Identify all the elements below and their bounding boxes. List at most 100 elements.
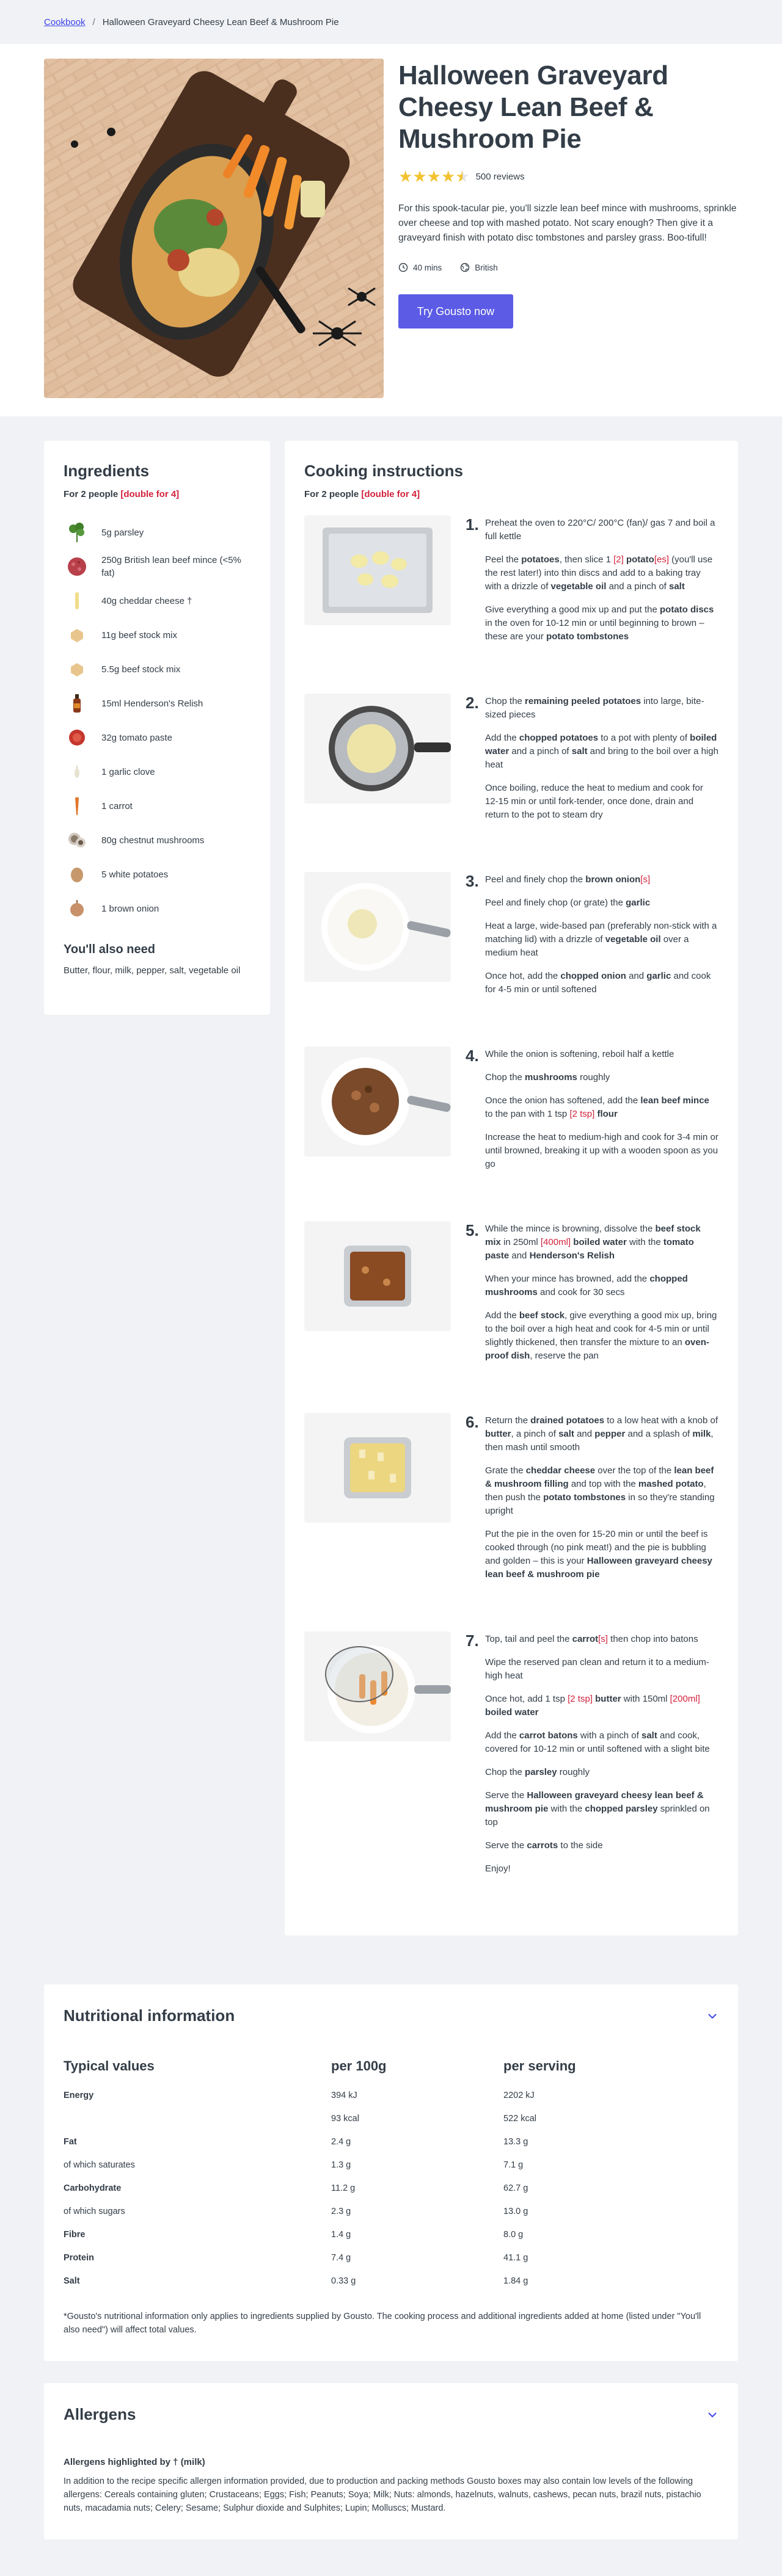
recipe-hero-info: Halloween Graveyard Cheesy Lean Beef & M… xyxy=(398,59,738,416)
reviews-count[interactable]: 500 reviews xyxy=(476,172,525,182)
step-text: While the onion is softening, reboil hal… xyxy=(485,1048,718,1181)
ingredient-label: 1 garlic clove xyxy=(101,766,155,777)
ingredient-highlight: salt xyxy=(641,1730,657,1741)
step-text-segment: While the onion is softening, reboil hal… xyxy=(485,1049,674,1059)
per-100g-value: 2.4 g xyxy=(331,2137,351,2147)
chevron-down-icon[interactable] xyxy=(706,2409,718,2421)
nutrient-label: Carbohydrate xyxy=(64,2183,122,2193)
nutrition-row: of which saturates 1.3 g 7.1 g xyxy=(64,2153,718,2177)
step-text-segment: Once the onion has softened, add the xyxy=(485,1095,641,1106)
step-number: 1. xyxy=(466,515,479,534)
ingredient-highlight: pepper xyxy=(594,1429,626,1439)
step-text-segment: Once hot, add 1 tsp xyxy=(485,1694,568,1704)
ingredient-label: 80g chestnut mushrooms xyxy=(101,835,205,846)
recipe-hero-image xyxy=(44,59,384,398)
step-text-segment: When your mince has browned, add the xyxy=(485,1274,650,1284)
step-paragraph: While the mince is browning, dissolve th… xyxy=(485,1222,718,1263)
per-100g-value: 7.4 g xyxy=(331,2253,351,2263)
step-body: 5. While the mince is browning, dissolve … xyxy=(466,1205,718,1373)
nutrient-label: of which saturates xyxy=(64,2160,135,2170)
ingredient-item: 1 brown onion xyxy=(64,891,250,926)
cooking-time: 40 mins xyxy=(398,263,442,272)
step-text-segment: Grate the xyxy=(485,1465,526,1476)
ingredients-card: Ingredients For 2 people [double for 4] … xyxy=(44,441,270,1015)
star-icon: ★ xyxy=(398,167,413,186)
step-text-segment: Enjoy! xyxy=(485,1863,511,1874)
relish-bottle-icon xyxy=(64,690,90,717)
step-text-segment: to a pot with plenty of xyxy=(598,733,690,743)
ingredient-highlight: chopped potatoes xyxy=(519,733,599,743)
step-text-segment: Add the xyxy=(485,1730,519,1741)
also-need-text: Butter, flour, milk, pepper, salt, veget… xyxy=(64,965,241,976)
step-image xyxy=(304,1047,451,1156)
onion-icon xyxy=(64,895,90,922)
step-text-segment: Wipe the reserved pan clean and return i… xyxy=(485,1657,709,1681)
ingredient-highlight: salt xyxy=(571,746,588,756)
step-image xyxy=(304,1221,451,1331)
step-number: 4. xyxy=(466,1047,479,1065)
nutrient-label: Salt xyxy=(64,2276,80,2286)
step-text-segment: over the top of the xyxy=(595,1465,674,1476)
ingredient-highlight: brown onion xyxy=(585,874,641,885)
ingredient-label: 1 carrot xyxy=(101,800,133,811)
per-serving-value: 13.3 g xyxy=(503,2137,528,2147)
breadcrumb-cookbook-link[interactable]: Cookbook xyxy=(44,17,86,27)
breadcrumb-separator: / xyxy=(92,16,95,27)
chevron-down-icon[interactable] xyxy=(706,2010,718,2022)
nutrition-row: Protein 7.4 g 41.1 g xyxy=(64,2246,718,2269)
tomato-paste-icon xyxy=(64,724,90,751)
cuisine-value: British xyxy=(475,263,498,272)
step-body: 2. Chop the remaining peeled potatoes int… xyxy=(466,678,718,832)
nutrition-row: Salt 0.33 g 1.84 g xyxy=(64,2269,718,2293)
step-paragraph: Add the beef stock, give everything a go… xyxy=(485,1309,718,1363)
ingredient-highlight: butter xyxy=(595,1694,621,1704)
instructions-servings: For 2 people [double for 4] xyxy=(304,489,718,499)
clock-icon xyxy=(398,263,408,272)
step-text-segment: Serve the xyxy=(485,1840,527,1851)
step-text-segment: in 250ml xyxy=(500,1237,541,1247)
step-body: 4. While the onion is softening, reboil h… xyxy=(466,1031,718,1181)
mushrooms-icon xyxy=(64,827,90,854)
step-text-segment: and xyxy=(574,1429,595,1439)
step-text-segment: and xyxy=(509,1250,530,1261)
double-quantity: [2 tsp] xyxy=(569,1109,595,1119)
allergens-header[interactable]: Allergens xyxy=(64,2405,718,2424)
nutrition-table: Typical values per 100g per serving Ener… xyxy=(64,2058,718,2293)
per-100g-value: 0.33 g xyxy=(331,2276,356,2286)
double-servings-link[interactable]: [double for 4] xyxy=(120,489,179,499)
instruction-step: 3. Peel and finely chop the brown onion[s… xyxy=(304,856,718,1006)
step-paragraph: Enjoy! xyxy=(485,1862,718,1876)
ingredient-highlight: carrots xyxy=(527,1840,558,1851)
allergens-text: In addition to the recipe specific aller… xyxy=(64,2476,701,2513)
step-paragraph: Peel and finely chop the brown onion[s] xyxy=(485,873,718,887)
step-paragraph: When your mince has browned, add the cho… xyxy=(485,1272,718,1299)
per-serving-value: 62.7 g xyxy=(503,2183,528,2193)
step-image xyxy=(304,1413,451,1523)
step-text-segment: to the side xyxy=(558,1840,603,1851)
nutrition-header[interactable]: Nutritional information xyxy=(64,2006,718,2025)
per-serving-value: 7.1 g xyxy=(503,2160,524,2170)
step-paragraph: Top, tail and peel the carrot[s] then ch… xyxy=(485,1633,718,1646)
nutrition-row: Fibre 1.4 g 8.0 g xyxy=(64,2223,718,2246)
ingredients-servings: For 2 people [double for 4] xyxy=(64,489,250,499)
step-image xyxy=(304,1631,451,1741)
nutrition-row: of which sugars 2.3 g 13.0 g xyxy=(64,2200,718,2223)
double-servings-link[interactable]: [double for 4] xyxy=(361,489,420,499)
step-text-segment: and cook for 30 secs xyxy=(537,1287,625,1297)
ingredient-label: 250g British lean beef mince (<5% fat) xyxy=(101,555,241,578)
step-paragraph: Wipe the reserved pan clean and return i… xyxy=(485,1656,718,1683)
step-text-segment: , then slice 1 xyxy=(559,554,614,565)
try-gousto-button[interactable]: Try Gousto now xyxy=(398,294,513,328)
ingredient-highlight: salt xyxy=(558,1429,574,1439)
ingredient-item: 80g chestnut mushrooms xyxy=(64,823,250,857)
rating-stars: ★ ★ ★ ★ ★ xyxy=(398,169,470,184)
ingredient-item: 1 carrot xyxy=(64,789,250,823)
allergens-card: Allergens Allergens highlighted by † (mi… xyxy=(44,2383,738,2539)
step-number: 5. xyxy=(466,1221,479,1239)
beef-mince-icon xyxy=(64,553,90,580)
step-text-segment: roughly xyxy=(557,1767,590,1777)
recipe-rating[interactable]: ★ ★ ★ ★ ★ 500 reviews xyxy=(398,169,738,184)
step-paragraph: Grate the cheddar cheese over the top of… xyxy=(485,1464,718,1518)
star-icon: ★ xyxy=(440,167,456,186)
step-text-segment: roughly xyxy=(577,1072,610,1083)
